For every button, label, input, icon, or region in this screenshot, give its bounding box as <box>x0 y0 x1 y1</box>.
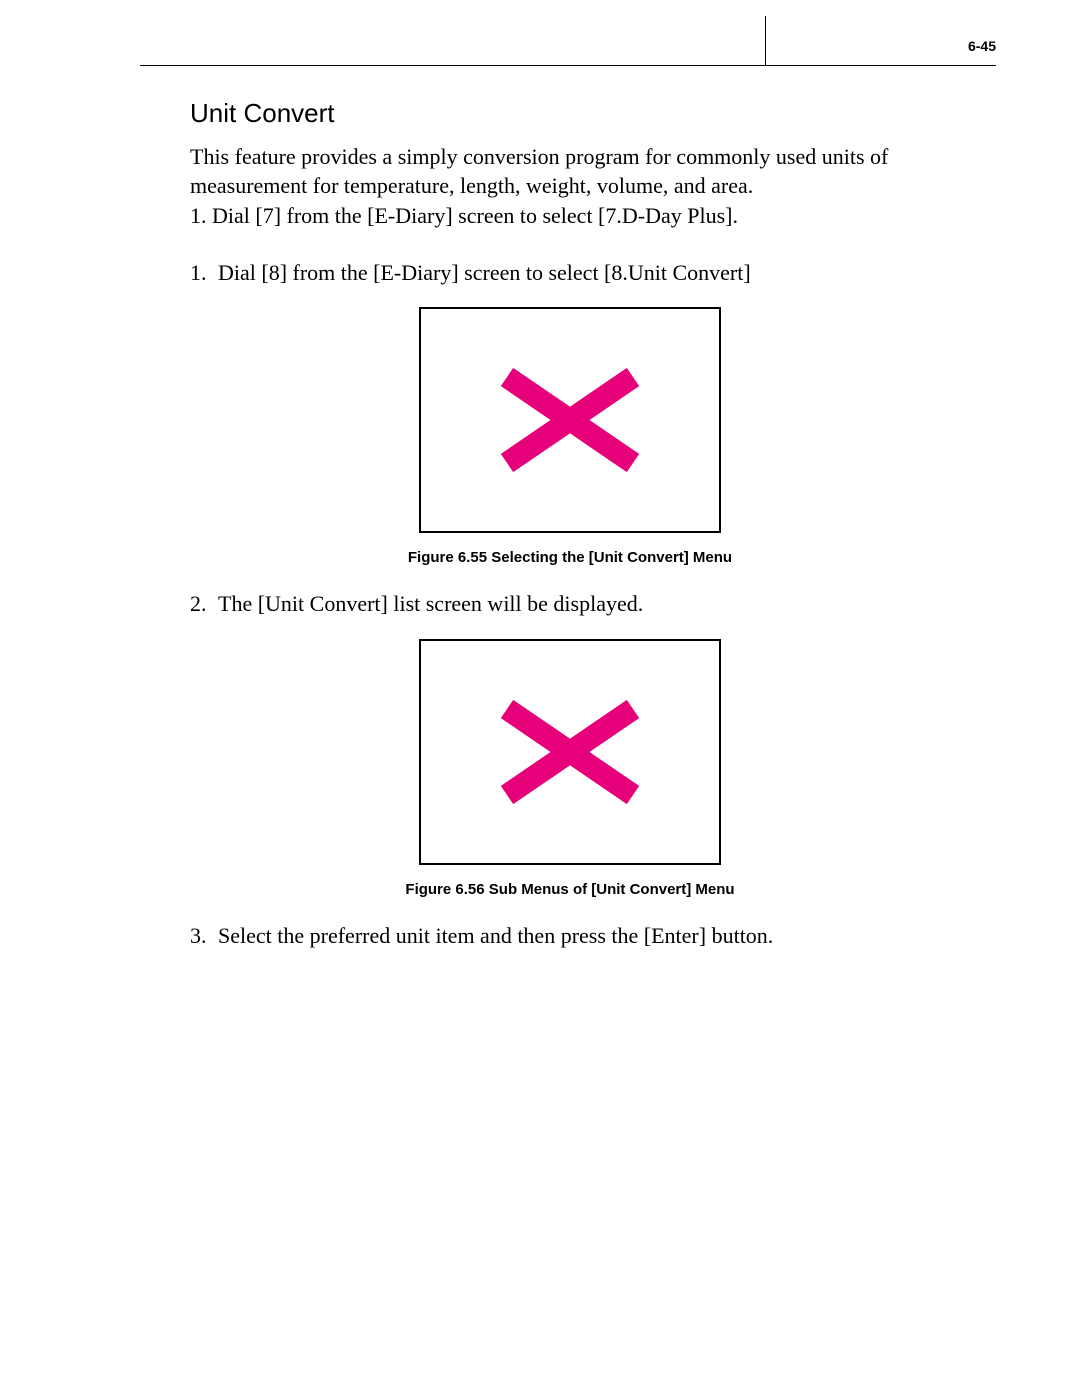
figure-box <box>419 639 721 865</box>
broken-image-icon <box>495 365 645 475</box>
step-text: Dial [8] from the [E-Diary] screen to se… <box>218 259 751 288</box>
broken-image-icon <box>495 697 645 807</box>
figure-2: Figure 6.56 Sub Menus of [Unit Convert] … <box>190 639 950 898</box>
step-number: 1. <box>190 259 218 288</box>
figure-caption: Figure 6.55 Selecting the [Unit Convert]… <box>190 549 950 566</box>
step-3: 3. Select the preferred unit item and th… <box>190 922 950 951</box>
step-2: 2. The [Unit Convert] list screen will b… <box>190 590 950 619</box>
header-divider <box>765 16 766 66</box>
step-1: 1. Dial [8] from the [E-Diary] screen to… <box>190 259 950 288</box>
page-content: Unit Convert This feature provides a sim… <box>190 98 950 971</box>
header-rule <box>140 65 996 66</box>
intro-line-2: 1. Dial [7] from the [E-Diary] screen to… <box>190 202 950 231</box>
intro-block: This feature provides a simply conversio… <box>190 143 950 231</box>
figure-caption: Figure 6.56 Sub Menus of [Unit Convert] … <box>190 881 950 898</box>
step-number: 2. <box>190 590 218 619</box>
step-number: 3. <box>190 922 218 951</box>
step-text: Select the preferred unit item and then … <box>218 922 773 951</box>
page-header: 6-45 <box>140 38 996 60</box>
section-title: Unit Convert <box>190 98 950 129</box>
figure-box <box>419 307 721 533</box>
figure-1: Figure 6.55 Selecting the [Unit Convert]… <box>190 307 950 566</box>
step-text: The [Unit Convert] list screen will be d… <box>218 590 643 619</box>
page-number: 6-45 <box>968 38 996 54</box>
intro-line-1: This feature provides a simply conversio… <box>190 143 950 200</box>
